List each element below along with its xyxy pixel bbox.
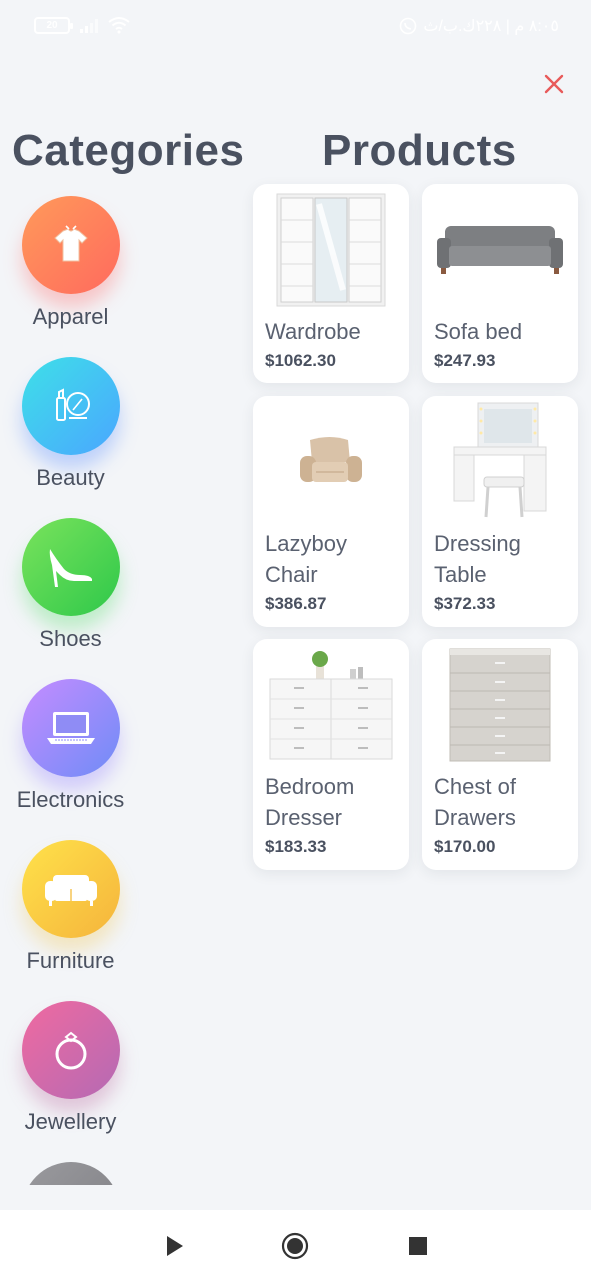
sofa-bed-image: [422, 184, 578, 316]
category-label: Beauty: [36, 465, 105, 490]
product-name: Dressing Table: [434, 531, 521, 587]
nav-back-button[interactable]: [160, 1232, 188, 1260]
chest-drawers-image: [422, 639, 578, 771]
nav-recents-button[interactable]: [404, 1232, 432, 1260]
high-heel-icon: [49, 549, 92, 587]
product-price: $1062.30: [265, 351, 336, 370]
wardrobe-image: [253, 184, 409, 316]
nav-home-button[interactable]: [281, 1232, 309, 1260]
status-bar: 20 ٨:٠٥ م | ٢٢٨ك.ب/ث: [0, 0, 591, 56]
status-text: ٨:٠٥ م | ٢٢٨ك.ب/ث: [423, 18, 559, 35]
category-furniture[interactable]: Furniture: [0, 834, 141, 984]
category-circle: [22, 840, 120, 938]
category-circle: [22, 357, 120, 455]
product-card-dressing-table[interactable]: Dressing Table $372.33: [422, 396, 578, 627]
ring-icon: [55, 1031, 87, 1070]
category-label: Electronics: [16, 787, 125, 812]
whatsapp-icon: [400, 17, 417, 35]
products-heading: Products: [322, 126, 517, 175]
category-electronics[interactable]: Electronics: [0, 673, 141, 823]
product-name: Wardrobe: [265, 319, 361, 344]
laptop-icon: [47, 712, 95, 744]
sofa-icon: [45, 875, 97, 906]
category-jewellery[interactable]: Jewellery: [0, 995, 141, 1145]
wifi-icon: [108, 17, 130, 34]
makeup-icon: [56, 388, 90, 421]
category-shoes[interactable]: Shoes: [0, 512, 141, 662]
product-card-wardrobe[interactable]: Wardrobe $1062.30: [253, 184, 409, 383]
category-list[interactable]: Apparel Beauty Shoes Electronics Furnitu…: [0, 190, 141, 1185]
dressing-table-image: [422, 396, 578, 528]
recliner-image: [253, 396, 409, 528]
product-price: $247.93: [434, 351, 496, 370]
category-beauty[interactable]: Beauty: [0, 351, 141, 501]
close-button[interactable]: [540, 70, 568, 98]
close-icon: [544, 74, 564, 94]
recents-square-icon: [409, 1237, 427, 1255]
product-price: $386.87: [265, 594, 327, 613]
product-price: $372.33: [434, 594, 496, 613]
product-price: $170.00: [434, 837, 496, 856]
category-circle: [22, 1001, 120, 1099]
home-circle-icon: [281, 1232, 309, 1260]
category-circle: [22, 679, 120, 777]
system-nav-bar: [0, 1210, 591, 1280]
product-name: Sofa bed: [434, 319, 523, 344]
product-card-sofa-bed[interactable]: Sofa bed $247.93: [422, 184, 578, 383]
product-price: $183.33: [265, 837, 327, 856]
battery-icon: 20: [34, 16, 73, 34]
dresser-image: [253, 639, 409, 771]
category-label: Shoes: [39, 626, 102, 651]
categories-heading: Categories: [12, 126, 245, 175]
product-name: Chest of Drawers: [434, 774, 516, 830]
category-circle: [22, 196, 120, 294]
product-card-lazyboy-chair[interactable]: Lazyboy Chair $386.87: [253, 396, 409, 627]
category-apparel[interactable]: Apparel: [0, 190, 141, 340]
category-label: Apparel: [32, 304, 109, 329]
product-card-chest-of-drawers[interactable]: Chest of Drawers $170.00: [422, 639, 578, 870]
product-card-bedroom-dresser[interactable]: Bedroom Dresser $183.33: [253, 639, 409, 870]
signal-icon: [80, 17, 98, 33]
product-name: Lazyboy Chair: [265, 531, 347, 587]
battery-level: 20: [46, 19, 58, 31]
category-more[interactable]: [0, 1156, 141, 1185]
product-name: Bedroom Dresser: [265, 774, 355, 830]
tshirt-icon: [54, 225, 88, 262]
category-label: Jewellery: [24, 1109, 117, 1134]
category-circle: [22, 518, 120, 616]
category-circle: [22, 1162, 120, 1185]
back-play-icon: [167, 1236, 183, 1256]
category-label: Furniture: [26, 948, 115, 973]
